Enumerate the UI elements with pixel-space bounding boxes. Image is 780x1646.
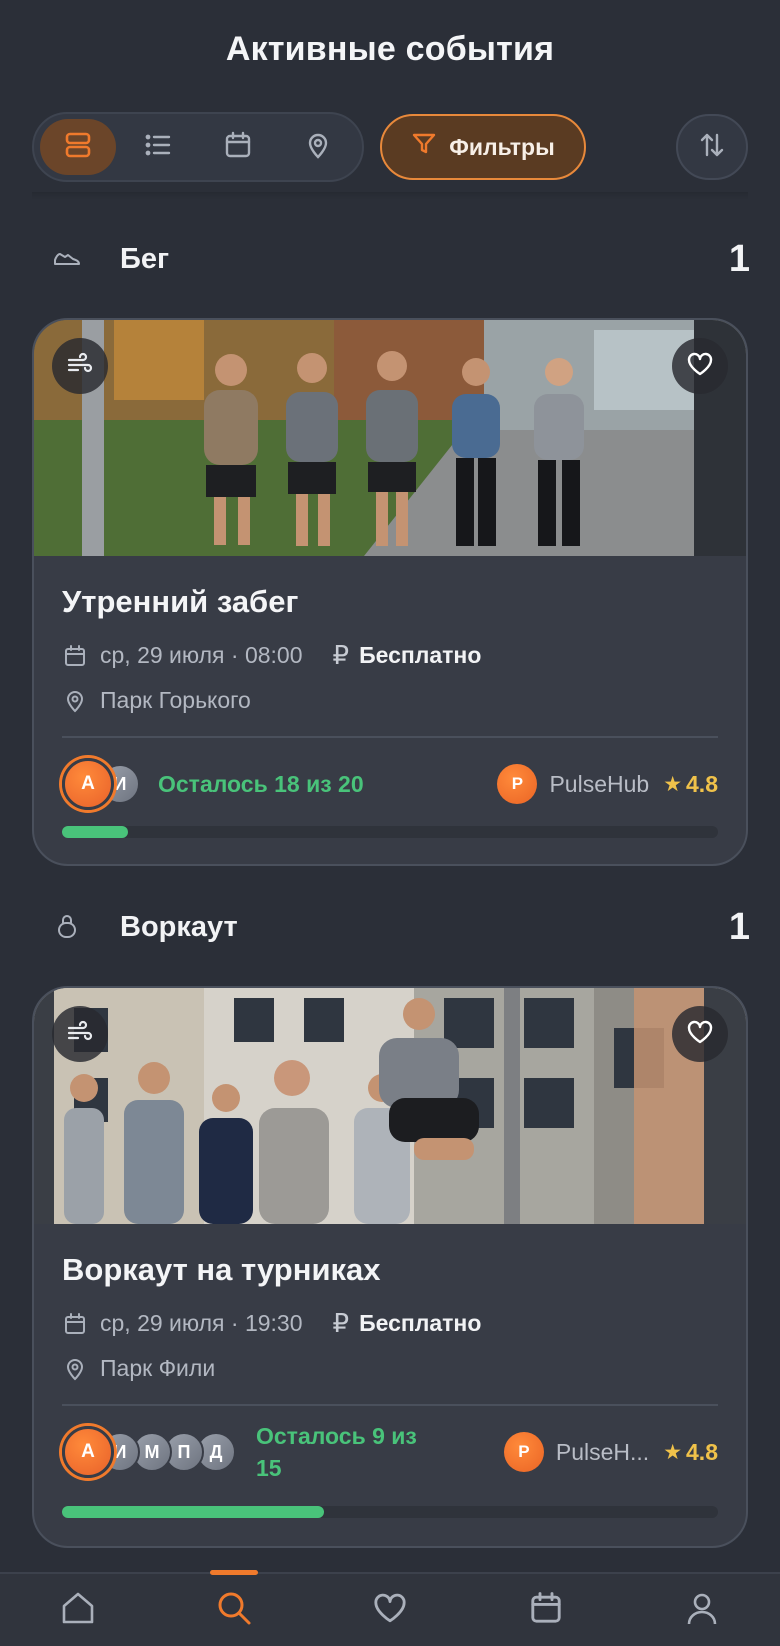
section-count: 1 [728,237,750,280]
event-card[interactable]: Утренний забег ср, 29 июля · 08:00 ₽ Бес… [32,318,748,866]
organizer-avatar: P [497,764,538,804]
favorite-button[interactable] [672,1006,728,1062]
map-view-button[interactable] [280,119,356,175]
heart-icon [372,1590,408,1631]
seats-remaining: Осталось 9 из 15 [256,1423,417,1481]
seats-remaining: Осталось 18 из 20 [158,771,364,797]
event-location: Парк Фили [100,1355,216,1381]
organizer-name: PulseHub [549,770,650,797]
nav-search[interactable] [204,1570,264,1640]
calendar-icon [528,1590,564,1631]
event-price: Бесплатно [359,642,482,668]
star-icon: ★ [663,1440,683,1464]
sort-icon [697,130,727,165]
avatar: А [62,1426,114,1478]
nav-profile[interactable] [672,1580,732,1640]
toolbar-divider [32,192,748,200]
event-photo [34,320,746,556]
seats-progress-fill [62,826,128,838]
calendar-view-button[interactable] [200,119,276,175]
calendar-icon [62,1311,88,1337]
favorite-button[interactable] [672,338,728,394]
sneaker-icon [50,242,84,276]
seats-progress-bar [62,826,718,838]
filters-button[interactable]: Фильтры [380,114,586,180]
calendar-icon [223,130,253,165]
event-location: Парк Горького [100,687,251,713]
event-card[interactable]: Воркаут на турниках ср, 29 июля · 19:30 … [32,986,748,1548]
section-count: 1 [728,905,750,948]
wind-icon [66,350,94,383]
organizer-name: PulseH... [555,1438,650,1465]
avatar: А [62,758,114,810]
calendar-icon [62,643,88,669]
heart-icon [686,1018,714,1051]
event-footer: А И М П Д Осталось 9 из 15 P PulseH... ★… [62,1406,718,1506]
list-icon [143,130,173,165]
search-icon [215,1589,253,1632]
seats-progress-bar [62,1506,718,1518]
activity-level-button[interactable] [52,338,108,394]
bottom-navigation [0,1570,780,1646]
event-date: ср, 29 июля · 19:30 [100,1310,303,1336]
event-footer: А И Осталось 18 из 20 P PulseHub ★ 4.8 [62,738,718,828]
event-date: ср, 29 июля · 08:00 [100,642,303,668]
organizer-rating: 4.8 [686,1438,718,1465]
organizer-rating: 4.8 [686,770,718,797]
ruble-icon: ₽ [332,640,350,670]
cards-view-button[interactable] [40,119,116,175]
star-icon: ★ [663,772,683,796]
seats-progress-fill [62,1506,325,1518]
nav-home[interactable] [48,1580,108,1640]
section-header-workout: Воркаут 1 [50,902,750,952]
home-icon [59,1589,97,1632]
event-photo [34,988,746,1224]
cards-icon [63,130,93,165]
kettlebell-icon [50,910,84,944]
event-price: Бесплатно [359,1310,482,1336]
activity-level-button[interactable] [52,1006,108,1062]
nav-calendar[interactable] [516,1580,576,1640]
organizer[interactable]: P PulseHub ★ 4.8 [497,764,718,804]
ruble-icon: ₽ [332,1308,350,1338]
organizer-avatar: P [503,1432,544,1472]
section-header-running: Бег 1 [50,234,750,284]
section-title: Воркаут [120,910,238,943]
section-title: Бег [120,242,170,275]
filters-label: Фильтры [449,133,555,160]
location-icon [62,688,88,714]
event-title: Утренний забег [62,584,299,619]
list-view-button[interactable] [120,119,196,175]
map-pin-icon [303,130,333,165]
heart-icon [686,350,714,383]
organizer[interactable]: P PulseH... ★ 4.8 [503,1432,718,1472]
wind-icon [66,1018,94,1051]
sort-button[interactable] [676,114,748,180]
page-title: Активные события [225,30,555,68]
event-title: Воркаут на турниках [62,1252,381,1287]
location-icon [62,1356,88,1382]
filter-icon [411,131,437,163]
nav-favorites[interactable] [360,1580,420,1640]
view-switcher [32,112,364,182]
user-icon [684,1590,720,1631]
